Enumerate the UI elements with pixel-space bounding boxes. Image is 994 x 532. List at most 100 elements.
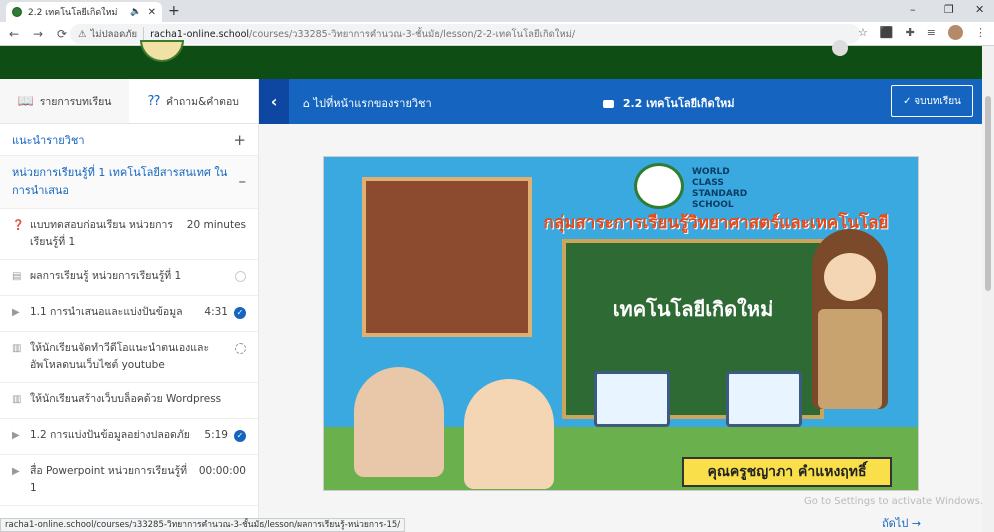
tab-lessons[interactable]: 📖 รายการบทเรียน: [0, 79, 129, 123]
not-started-icon: [235, 271, 246, 282]
lesson-item[interactable]: ▶ 1.1 การนำเสนอและแบ่งปันข้อมูล 4:31 ✓: [0, 296, 258, 332]
lesson-label: ให้นักเรียนจัดทำวีดีโอแนะนำตนเองและอัพโห…: [30, 342, 210, 371]
complete-lesson-button[interactable]: ✓ จบบทเรียน: [891, 85, 973, 117]
video-main-text: เทคโนโลยีเกิดใหม่: [612, 297, 774, 321]
user-avatar[interactable]: [832, 40, 848, 56]
lesson-duration: 5:19: [204, 429, 228, 441]
lesson-title-text: 2.2 เทคโนโลยีเกิดใหม่: [622, 97, 735, 110]
in-progress-icon: [235, 343, 246, 354]
lesson-item[interactable]: ▶ สื่อ Powerpoint หน่วยการเรียนรู้ที่ 1 …: [0, 455, 258, 506]
teacher-face: [824, 253, 876, 301]
collapse-minus-icon[interactable]: –: [239, 172, 247, 190]
media-queue-icon[interactable]: ≡: [927, 26, 936, 39]
site-header: [0, 40, 982, 79]
profile-avatar[interactable]: [948, 25, 963, 40]
collapse-sidebar-button[interactable]: ‹: [259, 79, 289, 124]
bookmark-star-icon[interactable]: ☆: [858, 26, 868, 39]
world-class-logo: WORLD CLASS STANDARD SCHOOL: [692, 167, 747, 211]
lesson-label: 1.2 การแบ่งปันข้อมูลอย่างปลอดภัย: [30, 429, 190, 441]
world-class-word: STANDARD: [692, 189, 748, 199]
video-player[interactable]: WORLD CLASS STANDARD SCHOOL กลุ่มสาระการ…: [323, 156, 919, 491]
youtube-icon: [603, 100, 614, 108]
course-home-link[interactable]: ⌂ ไปที่หน้าแรกของรายวิชา: [303, 94, 432, 112]
computer-illustration: [726, 371, 802, 427]
lesson-label: สื่อ Powerpoint หน่วยการเรียนรู้ที่ 1: [30, 465, 188, 494]
complete-lesson-label: จบบทเรียน: [914, 95, 961, 107]
video-icon: ▶: [12, 466, 20, 477]
book-icon: 📖: [17, 93, 34, 109]
lesson-duration: 20 minutes: [186, 219, 246, 231]
browser-tab[interactable]: 2.2 เทคโนโลยีเกิดใหม่ 🔈 ✕: [6, 2, 162, 22]
section-unit-1[interactable]: หน่วยการเรียนรู้ที่ 1 เทคโนโลยีสารสนเทศ …: [0, 156, 258, 209]
next-lesson-link[interactable]: ถัดไป →: [882, 514, 921, 532]
status-bar-url: racha1-online.school/courses/ว33285-วิทย…: [0, 518, 406, 532]
expand-plus-icon[interactable]: +: [233, 131, 246, 149]
lesson-label: ให้นักเรียนสร้างเว็บบล็อคด้วย Wordpress: [30, 393, 222, 405]
warning-icon: ⚠: [78, 28, 87, 40]
favicon-icon: [12, 7, 22, 17]
lesson-item[interactable]: ❓ แบบทดสอบก่อนเรียน หน่วยการเรียนรู้ที่ …: [0, 209, 258, 260]
school-seal-icon: [634, 163, 684, 209]
tab-title: 2.2 เทคโนโลยีเกิดใหม่: [28, 8, 118, 18]
browser-tab-strip: 2.2 เทคโนโลยีเกิดใหม่ 🔈 ✕ + – ❐ ✕: [0, 0, 994, 22]
tab-qa-label: คำถาม&คำตอบ: [165, 95, 239, 108]
menu-icon[interactable]: ⋮: [975, 26, 986, 39]
world-class-word: WORLD: [692, 167, 730, 177]
completed-check-icon: ✓: [234, 430, 246, 442]
reload-button[interactable]: ⟳: [52, 27, 72, 41]
course-sidebar: 📖 รายการบทเรียน ⁇ คำถาม&คำตอบ แนะนำรายวิ…: [0, 79, 259, 532]
scrollbar-thumb[interactable]: [985, 96, 991, 291]
speaker-icon[interactable]: 🔈: [130, 7, 141, 17]
unit-title: หน่วยการเรียนรู้ที่ 1 เทคโนโลยีสารสนเทศ …: [12, 166, 228, 197]
video-icon: ▶: [12, 430, 20, 441]
question-icon: ⁇: [148, 93, 160, 109]
back-button[interactable]: ←: [4, 27, 24, 41]
toolbar-icons: ☆ ⬛ ✚ ≡ ⋮: [858, 25, 986, 40]
school-logo[interactable]: [140, 40, 184, 62]
lesson-title: 2.2 เทคโนโลยีเกิดใหม่: [603, 94, 735, 112]
completed-check-icon: ✓: [234, 307, 246, 319]
maximize-button[interactable]: ❐: [944, 3, 954, 16]
quiz-icon: ❓: [12, 220, 25, 231]
minimize-button[interactable]: –: [910, 3, 916, 16]
assignment-icon: ▥: [12, 394, 22, 405]
check-icon: ✓: [903, 95, 915, 107]
new-tab-button[interactable]: +: [168, 3, 180, 19]
video-icon: ▶: [12, 307, 20, 318]
document-icon: ▤: [12, 271, 22, 282]
security-label: ไม่ปลอดภัย: [91, 26, 145, 42]
windows-activation-watermark: Go to Settings to activate Windows.: [804, 496, 984, 507]
lesson-content: WORLD CLASS STANDARD SCHOOL กลุ่มสาระการ…: [259, 124, 982, 532]
teacher-illustration: [812, 229, 888, 409]
lesson-item[interactable]: ▥ ให้นักเรียนจัดทำวีดีโอแนะนำตนเองและอัพ…: [0, 332, 258, 383]
world-class-word: CLASS: [692, 178, 724, 188]
lesson-item[interactable]: ▶ 1.2 การแบ่งปันข้อมูลอย่างปลอดภัย 5:19 …: [0, 419, 258, 455]
lesson-topbar: ‹ ⌂ ไปที่หน้าแรกของรายวิชา 2.2 เทคโนโลยี…: [259, 79, 982, 124]
sidebar-tabs: 📖 รายการบทเรียน ⁇ คำถาม&คำตอบ: [0, 79, 258, 124]
section-intro[interactable]: แนะนำรายวิชา +: [0, 124, 258, 156]
boy-illustration: [354, 367, 444, 477]
lesson-item[interactable]: ▤ ผลการเรียนรู้ หน่วยการเรียนรู้ที่ 1: [0, 260, 258, 296]
pdf-extension-icon[interactable]: ⬛: [880, 26, 894, 39]
url-path: /courses/ว33285-วิทยาการคำนวณ-3-ชั้นมัธ/…: [249, 28, 576, 40]
robot-board-illustration: [362, 177, 532, 337]
lesson-label: แบบทดสอบก่อนเรียน หน่วยการเรียนรู้ที่ 1: [30, 219, 173, 248]
extensions-icon[interactable]: ✚: [906, 26, 915, 39]
lesson-duration: 4:31: [204, 306, 228, 318]
assignment-icon: ▥: [12, 343, 22, 354]
lesson-label: ผลการเรียนรู้ หน่วยการเรียนรู้ที่ 1: [30, 270, 182, 282]
tab-qa[interactable]: ⁇ คำถาม&คำตอบ: [129, 79, 258, 123]
tab-lessons-label: รายการบทเรียน: [39, 95, 112, 108]
close-tab-icon[interactable]: ✕: [148, 7, 156, 18]
lesson-item[interactable]: ▥ ให้นักเรียนสร้างเว็บบล็อคด้วย Wordpres…: [0, 383, 258, 419]
teacher-body: [818, 309, 882, 409]
girl-illustration: [464, 379, 554, 489]
home-icon: ⌂: [303, 97, 314, 110]
forward-button[interactable]: →: [28, 27, 48, 41]
page-scrollbar[interactable]: [982, 46, 994, 532]
lesson-duration: 00:00:00: [198, 465, 246, 477]
computer-illustration: [594, 371, 670, 427]
close-window-button[interactable]: ✕: [975, 3, 984, 16]
url-input[interactable]: ⚠ ไม่ปลอดภัย racha1-online.school /cours…: [70, 24, 860, 44]
url-host: racha1-online.school: [150, 28, 250, 40]
